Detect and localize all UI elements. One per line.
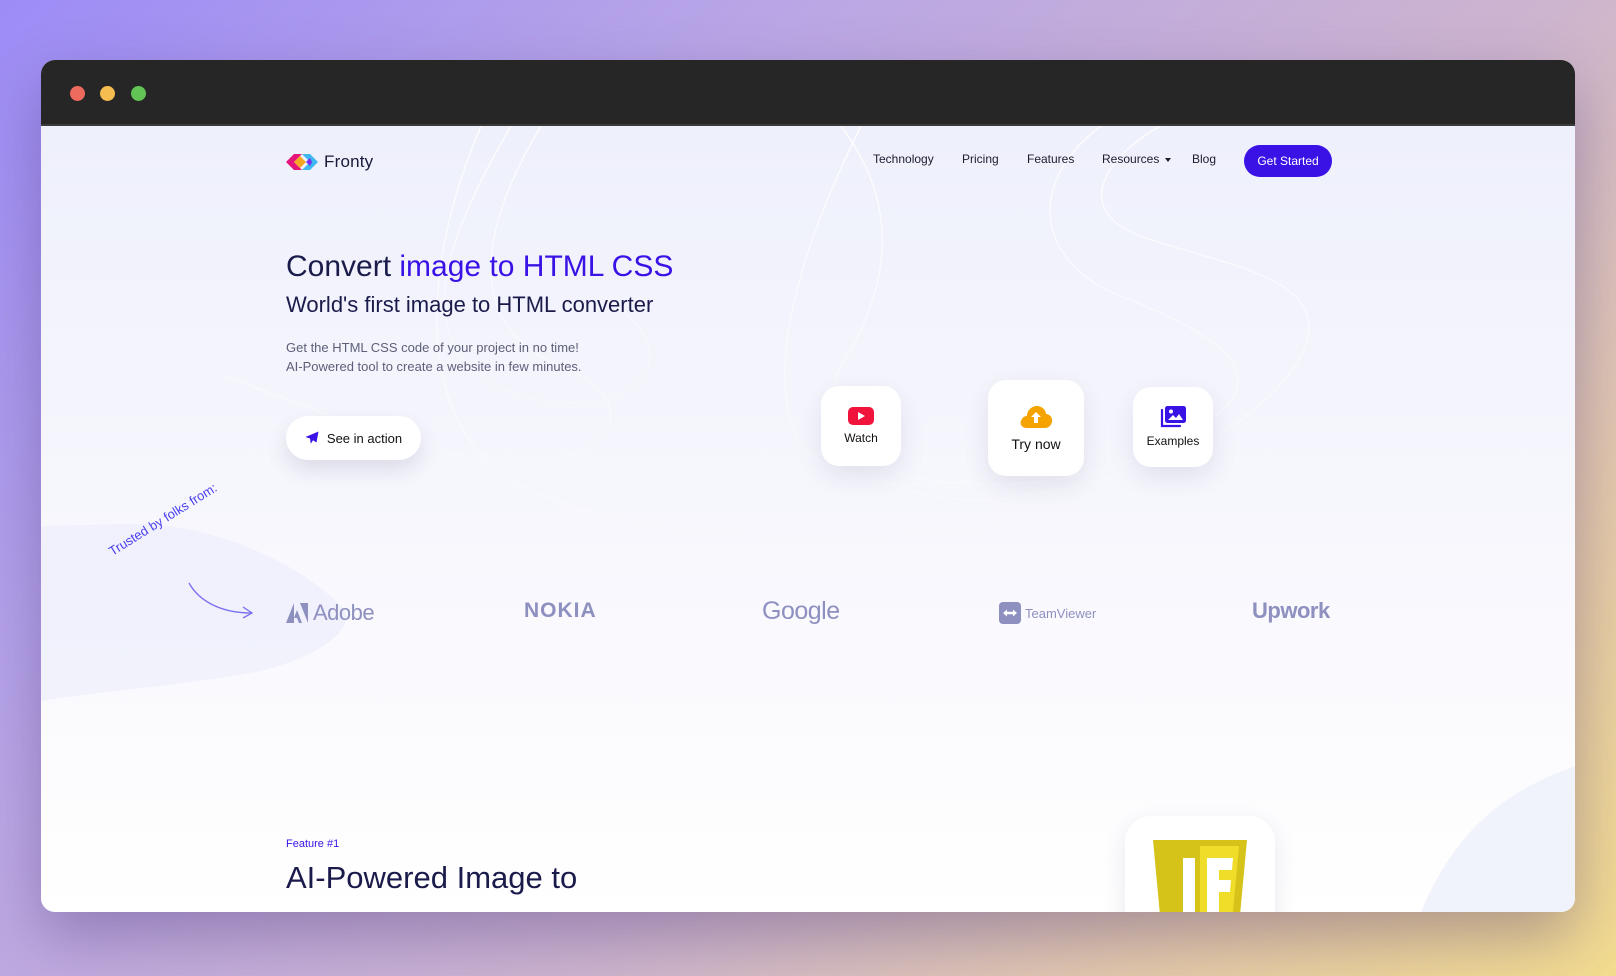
adobe-mark-icon — [286, 603, 308, 623]
google-logo: Google — [762, 597, 840, 626]
hero-subtitle: World's first image to HTML converter — [286, 292, 654, 317]
teamviewer-logo: TeamViewer — [999, 602, 1096, 624]
try-now-label: Try now — [1011, 436, 1061, 452]
fronty-logo-icon — [286, 154, 318, 170]
adobe-logo: Adobe — [286, 600, 375, 626]
title-bar — [41, 60, 1575, 126]
image-gallery-icon — [1160, 406, 1186, 428]
nav-pricing[interactable]: Pricing — [962, 152, 999, 166]
see-in-action-label: See in action — [326, 430, 403, 446]
trusted-logos-row: Adobe NOKIA Google TeamViewer Upwork — [41, 596, 1575, 636]
youtube-play-icon — [848, 407, 874, 425]
nav-technology[interactable]: Technology — [873, 152, 934, 166]
examples-card[interactable]: Examples — [1133, 387, 1213, 467]
minimize-button[interactable] — [100, 86, 115, 101]
adobe-wordmark: Adobe — [313, 600, 375, 625]
feature-title: AI-Powered Image to — [286, 860, 578, 895]
nav-resources[interactable]: Resources — [1102, 152, 1172, 166]
brand-name: Fronty — [324, 152, 374, 171]
watch-label: Watch — [844, 431, 878, 445]
upwork-wordmark: Upwork — [1252, 598, 1330, 623]
caret-down-icon — [1165, 157, 1172, 162]
hero-desc-line-2: AI-Powered tool to create a website in f… — [286, 359, 582, 374]
nokia-wordmark: NOKIA — [524, 599, 597, 622]
close-button[interactable] — [70, 86, 85, 101]
nav-features[interactable]: Features — [1027, 152, 1074, 166]
nokia-logo: NOKIA — [524, 599, 597, 623]
teamviewer-wordmark: TeamViewer — [1025, 605, 1097, 621]
google-wordmark: Google — [762, 597, 840, 625]
hero-title: Convert image to HTML CSS — [286, 250, 673, 284]
js-shield-icon — [1153, 840, 1247, 912]
background-wave-lines — [41, 126, 1575, 912]
browser-window: Fronty Technology Pricing Features Resou… — [41, 60, 1575, 912]
hero-title-plain: Convert — [286, 250, 392, 283]
cloud-upload-icon — [1020, 406, 1053, 428]
see-in-action-button[interactable]: See in action — [286, 416, 421, 460]
watch-card[interactable]: Watch — [821, 386, 901, 466]
hero-desc-line-1: Get the HTML CSS code of your project in… — [286, 340, 579, 355]
javascript-card — [1125, 816, 1275, 912]
feature-tag: Feature #1 — [286, 838, 340, 850]
brand-logo[interactable]: Fronty — [286, 152, 373, 172]
get-started-button[interactable]: Get Started — [1244, 145, 1332, 177]
teamviewer-mark-icon — [999, 602, 1021, 624]
hero-title-accent: image to HTML CSS — [399, 250, 674, 283]
examples-label: Examples — [1146, 434, 1200, 448]
landing-page: Fronty Technology Pricing Features Resou… — [41, 126, 1575, 912]
nav-resources-label: Resources — [1102, 152, 1160, 166]
nav-blog[interactable]: Blog — [1192, 152, 1216, 166]
maximize-button[interactable] — [131, 86, 146, 101]
try-now-card[interactable]: Try now — [988, 380, 1084, 476]
paper-plane-icon — [305, 431, 319, 444]
upwork-logo: Upwork — [1252, 598, 1330, 624]
hero-description: Get the HTML CSS code of your project in… — [286, 338, 582, 376]
